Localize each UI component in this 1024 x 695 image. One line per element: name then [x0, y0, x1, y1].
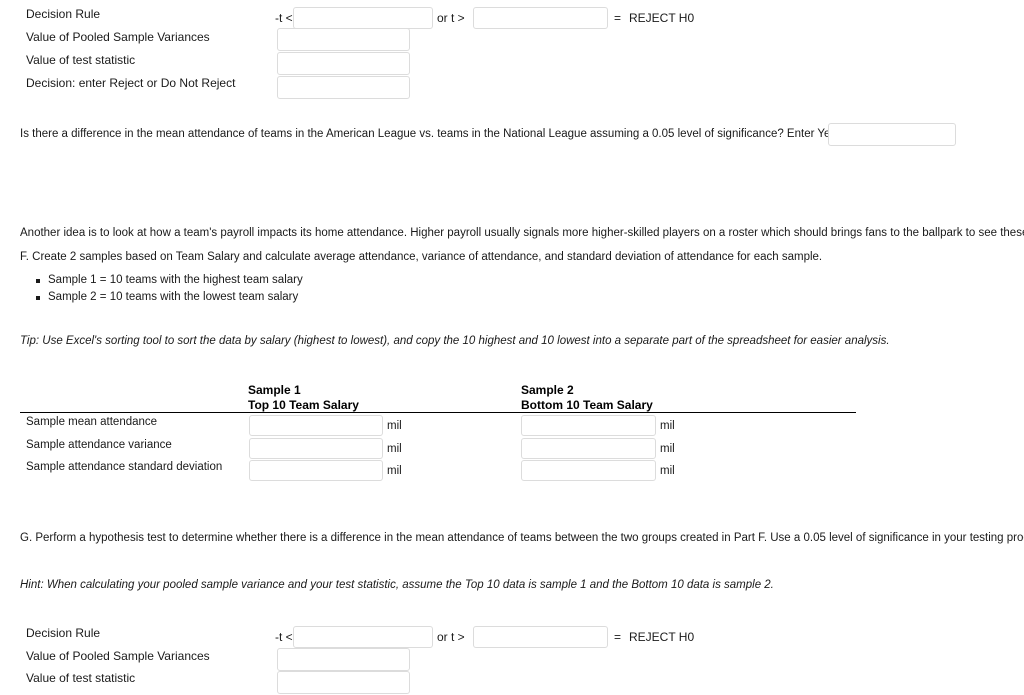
- decision-rule-label: Decision Rule: [26, 7, 101, 21]
- list-item: Sample 1 = 10 teams with the highest tea…: [28, 272, 303, 289]
- sample2-header-title: Sample 2 Bottom 10 Team Salary: [521, 383, 653, 413]
- upper-critical-value-input[interactable]: [473, 7, 608, 29]
- test-statistic-input[interactable]: [277, 671, 410, 694]
- or-t-greater-than-operator: or t >: [437, 11, 465, 25]
- unit-label-mil: mil: [660, 420, 675, 432]
- unit-label-mil: mil: [660, 465, 675, 477]
- minus-t-less-than-operator: -t <: [275, 630, 293, 644]
- reject-h0-text: REJECT H0: [629, 11, 695, 25]
- lower-critical-value-input[interactable]: [293, 626, 433, 648]
- unit-label-mil: mil: [660, 443, 675, 455]
- or-t-greater-than-operator: or t >: [437, 630, 465, 644]
- row-label-mean-attendance: Sample mean attendance: [26, 416, 158, 428]
- sample2-subtitle: Bottom 10 Team Salary: [521, 398, 653, 412]
- part-g-hint: Hint: When calculating your pooled sampl…: [20, 579, 774, 591]
- part-g-instruction: G. Perform a hypothesis test to determin…: [20, 532, 1024, 544]
- attendance-variance-sample1-input[interactable]: [249, 438, 383, 459]
- minus-t-less-than-operator: -t <: [275, 11, 293, 25]
- mean-attendance-sample1-input[interactable]: [249, 415, 383, 436]
- unit-label-mil: mil: [387, 465, 402, 477]
- equals-sign: =: [614, 11, 622, 25]
- sample1-header-title: Sample 1 Top 10 Team Salary: [248, 383, 359, 413]
- upper-critical-value-input[interactable]: [473, 626, 608, 648]
- table-header-divider: [20, 412, 856, 413]
- reject-h0-text: REJECT H0: [629, 630, 695, 644]
- equals-sign: =: [614, 630, 622, 644]
- row-label-attendance-std-dev: Sample attendance standard deviation: [26, 461, 223, 473]
- pooled-variance-input[interactable]: [277, 648, 410, 671]
- attendance-std-dev-sample1-input[interactable]: [249, 460, 383, 481]
- pooled-variance-input[interactable]: [277, 28, 410, 51]
- unit-label-mil: mil: [387, 443, 402, 455]
- attendance-variance-sample2-input[interactable]: [521, 438, 656, 459]
- decision-rule-label: Decision Rule: [26, 626, 101, 640]
- decision-label: Decision: enter Reject or Do Not Reject: [26, 76, 236, 90]
- test-statistic-input[interactable]: [277, 52, 410, 75]
- pooled-variance-label: Value of Pooled Sample Variances: [26, 649, 210, 663]
- part-f-tip: Tip: Use Excel's sorting tool to sort th…: [20, 335, 890, 347]
- sample2-title: Sample 2: [521, 383, 574, 397]
- intro-paragraph: Another idea is to look at how a team's …: [20, 227, 1024, 239]
- decision-input[interactable]: [277, 76, 410, 99]
- row-label-attendance-variance: Sample attendance variance: [26, 439, 172, 451]
- sample1-title: Sample 1: [248, 383, 301, 397]
- lower-critical-value-input[interactable]: [293, 7, 433, 29]
- attendance-std-dev-sample2-input[interactable]: [521, 460, 656, 481]
- sample1-subtitle: Top 10 Team Salary: [248, 398, 359, 412]
- pooled-variance-label: Value of Pooled Sample Variances: [26, 30, 210, 44]
- question-e-answer-input[interactable]: [828, 123, 956, 146]
- list-item: Sample 2 = 10 teams with the lowest team…: [28, 289, 303, 306]
- test-statistic-label: Value of test statistic: [26, 53, 136, 67]
- unit-label-mil: mil: [387, 420, 402, 432]
- worksheet-page: Decision Rule -t < or t > = REJECT H0 Va…: [0, 0, 1024, 694]
- test-statistic-label: Value of test statistic: [26, 671, 136, 685]
- question-e-text: Is there a difference in the mean attend…: [20, 128, 871, 140]
- part-f-instruction: F. Create 2 samples based on Team Salary…: [20, 251, 823, 263]
- mean-attendance-sample2-input[interactable]: [521, 415, 656, 436]
- part-f-bullet-list: Sample 1 = 10 teams with the highest tea…: [28, 272, 303, 306]
